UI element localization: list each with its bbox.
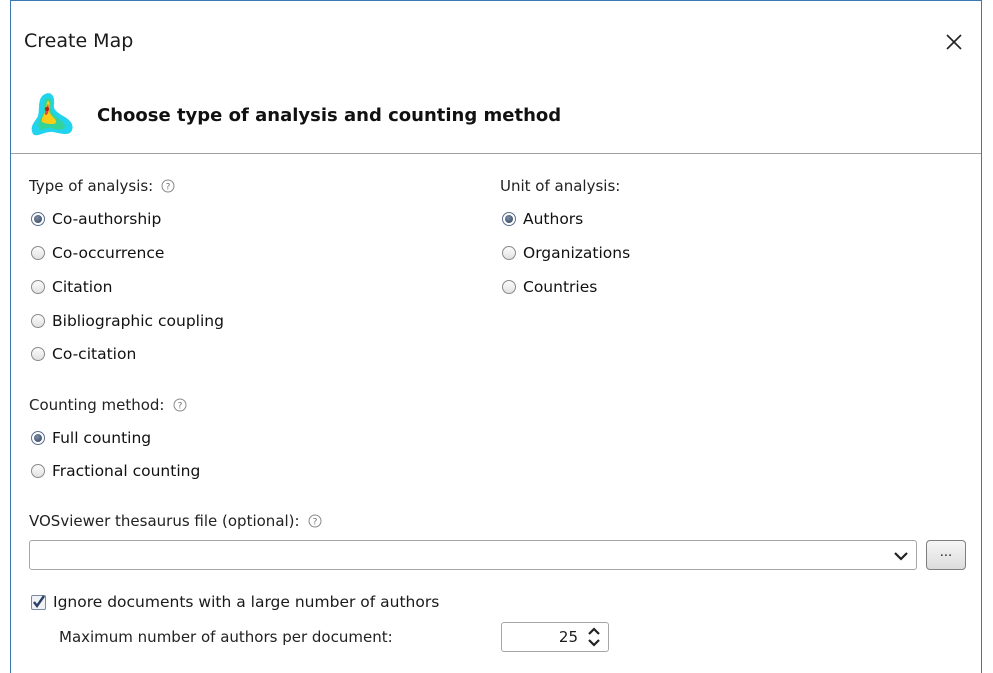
radio-button-selected[interactable]	[31, 431, 45, 445]
spinner-arrows-icon[interactable]	[585, 626, 603, 648]
unit-of-analysis-text: Unit of analysis:	[500, 177, 621, 195]
radio-co-authorship[interactable]: Co-authorship	[31, 210, 161, 228]
svg-text:?: ?	[166, 183, 171, 193]
radio-button[interactable]	[31, 464, 45, 478]
radio-label: Co-occurrence	[52, 244, 165, 262]
radio-countries[interactable]: Countries	[502, 278, 597, 296]
help-icon[interactable]: ?	[308, 514, 322, 528]
header-title: Choose type of analysis and counting met…	[97, 105, 562, 126]
radio-label: Co-authorship	[52, 210, 162, 228]
max-authors-value[interactable]: 25	[559, 628, 578, 646]
checkbox-box[interactable]	[31, 594, 46, 610]
title-bar: Create Map	[11, 1, 981, 83]
radio-button[interactable]	[502, 280, 516, 294]
radio-bibliographic-coupling[interactable]: Bibliographic coupling	[31, 312, 224, 330]
max-authors-text: Maximum number of authors per document:	[59, 628, 393, 646]
radio-button[interactable]	[31, 314, 45, 328]
radio-citation[interactable]: Citation	[31, 278, 112, 296]
radio-fractional-counting[interactable]: Fractional counting	[31, 462, 200, 480]
close-icon	[946, 34, 962, 50]
radio-label: Co-citation	[52, 345, 137, 363]
radio-co-citation[interactable]: Co-citation	[31, 345, 136, 363]
thesaurus-text: VOSviewer thesaurus file (optional):	[29, 512, 300, 530]
svg-text:?: ?	[312, 518, 317, 528]
radio-label: Citation	[52, 278, 113, 296]
radio-button[interactable]	[502, 246, 516, 260]
ignore-documents-checkbox[interactable]: Ignore documents with a large number of …	[31, 593, 439, 611]
dialog-header: Choose type of analysis and counting met…	[11, 83, 981, 154]
radio-button[interactable]	[31, 246, 45, 260]
window-title: Create Map	[24, 30, 134, 52]
radio-label: Organizations	[523, 244, 631, 262]
radio-authors[interactable]: Authors	[502, 210, 583, 228]
radio-co-occurrence[interactable]: Co-occurrence	[31, 244, 164, 262]
radio-label: Authors	[523, 210, 584, 228]
vosviewer-logo-icon	[31, 93, 73, 136]
radio-organizations[interactable]: Organizations	[502, 244, 630, 262]
radio-button-selected[interactable]	[31, 212, 45, 226]
radio-full-counting[interactable]: Full counting	[31, 429, 151, 447]
checkmark-icon	[33, 594, 45, 608]
max-authors-label: Maximum number of authors per document:	[59, 628, 393, 646]
browse-button[interactable]: ...	[926, 540, 966, 570]
checkbox-label: Ignore documents with a large number of …	[53, 593, 440, 611]
max-authors-spinner[interactable]: 25	[501, 622, 609, 652]
chevron-down-icon[interactable]	[892, 547, 910, 565]
unit-of-analysis-label: Unit of analysis:	[500, 177, 620, 195]
type-of-analysis-text: Type of analysis:	[29, 177, 154, 195]
help-icon[interactable]: ?	[173, 398, 187, 412]
create-map-dialog: Create Map Choose type of analysis and c…	[10, 0, 982, 673]
counting-method-label: Counting method: ?	[29, 396, 187, 414]
thesaurus-file-combobox[interactable]	[29, 540, 917, 570]
radio-label: Full counting	[52, 429, 152, 447]
radio-button-selected[interactable]	[502, 212, 516, 226]
radio-label: Bibliographic coupling	[52, 312, 224, 330]
radio-label: Countries	[523, 278, 598, 296]
radio-button[interactable]	[31, 347, 45, 361]
counting-method-text: Counting method:	[29, 396, 165, 414]
close-button[interactable]	[937, 25, 971, 59]
help-icon[interactable]: ?	[161, 179, 175, 193]
radio-label: Fractional counting	[52, 462, 201, 480]
svg-text:?: ?	[177, 402, 182, 412]
thesaurus-label: VOSviewer thesaurus file (optional): ?	[29, 512, 322, 530]
radio-button[interactable]	[31, 280, 45, 294]
type-of-analysis-label: Type of analysis: ?	[29, 177, 175, 195]
